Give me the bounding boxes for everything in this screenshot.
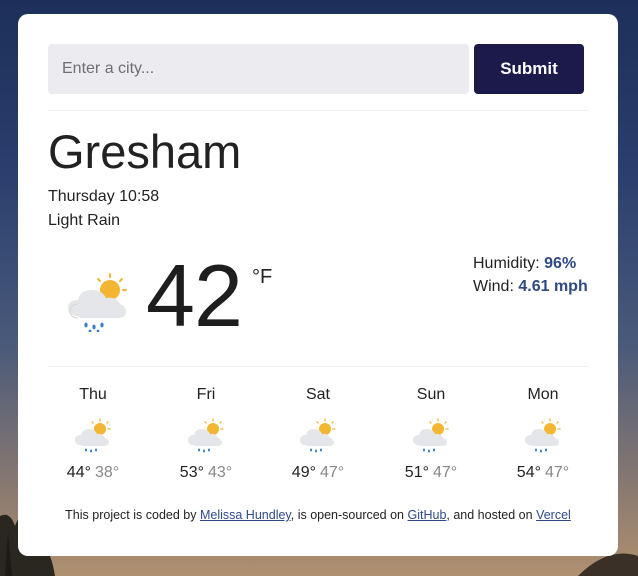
divider [48, 110, 588, 111]
forecast-low: 47° [433, 464, 458, 481]
forecast-temps: 44° 38° [48, 464, 138, 482]
forecast-day: Sat 49° 47° [273, 384, 363, 482]
cloud-sun-rain-icon [413, 418, 449, 453]
forecast-day-name: Thu [79, 386, 107, 403]
forecast-day: Sun 51° 47° [386, 384, 476, 482]
forecast-day-name: Mon [527, 386, 559, 403]
wind-label: Wind: [473, 278, 514, 295]
footer-text: , is open-sourced on [290, 508, 405, 522]
forecast-low: 38° [95, 464, 120, 481]
author-link[interactable]: Melissa Hundley [200, 508, 291, 522]
forecast-day: Thu 44° 38° [48, 384, 138, 482]
forecast-low: 47° [320, 464, 345, 481]
humidity-row: Humidity: 96% [473, 252, 588, 275]
forecast-temps: 53° 43° [161, 464, 251, 482]
vercel-link[interactable]: Vercel [536, 508, 571, 522]
github-link[interactable]: GitHub [408, 508, 447, 522]
weather-description: Light Rain [48, 212, 121, 229]
forecast-row: Thu 44° 38° Fri 53° 43° Sat 49° 47° Sun … [48, 384, 588, 494]
forecast-day: Mon 54° 47° [498, 384, 588, 482]
cloud-sun-rain-icon [68, 273, 127, 332]
forecast-day: Fri 53° 43° [161, 384, 251, 482]
cloud-sun-rain-icon [75, 418, 111, 453]
footer-text: This project is coded by [65, 508, 197, 522]
cloud-sun-rain-icon [300, 418, 336, 453]
current-temperature: 42 [146, 246, 243, 345]
temperature-unit: °F [252, 266, 273, 288]
divider [48, 366, 588, 367]
forecast-high: 44° [66, 464, 91, 481]
search-form: Submit [48, 44, 584, 94]
city-search-input[interactable] [48, 44, 469, 94]
footer-text: , and hosted on [446, 508, 533, 522]
cloud-sun-rain-icon [188, 418, 224, 453]
submit-button[interactable]: Submit [474, 44, 584, 94]
footer: This project is coded by Melissa Hundley… [18, 508, 618, 522]
cloud-sun-rain-icon [525, 418, 561, 453]
forecast-temps: 54° 47° [498, 464, 588, 482]
humidity-value: 96% [544, 255, 577, 272]
forecast-day-name: Sat [305, 386, 330, 403]
forecast-day-name: Fri [196, 386, 216, 403]
wind-row: Wind: 4.61 mph [473, 275, 588, 298]
forecast-temps: 51° 47° [386, 464, 476, 482]
forecast-high: 53° [179, 464, 204, 481]
forecast-high: 51° [404, 464, 429, 481]
forecast-low: 43° [208, 464, 233, 481]
wind-value: 4.61 mph [518, 278, 588, 295]
forecast-low: 47° [545, 464, 570, 481]
date-time: Thursday 10:58 [48, 188, 160, 205]
forecast-day-name: Sun [416, 386, 446, 403]
forecast-high: 54° [516, 464, 541, 481]
city-name: Gresham [48, 125, 242, 178]
forecast-high: 49° [291, 464, 316, 481]
humidity-label: Humidity: [473, 255, 540, 272]
weather-details: Humidity: 96% Wind: 4.61 mph [473, 252, 588, 298]
forecast-temps: 49° 47° [273, 464, 363, 482]
weather-card: Submit Gresham Thursday 10:58 Light Rain… [18, 14, 618, 556]
